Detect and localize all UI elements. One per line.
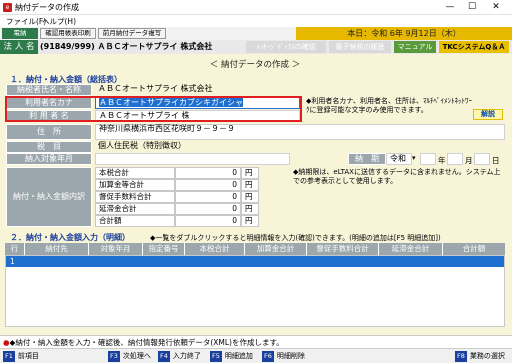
address-input[interactable]: 神奈川県横浜市西区花咲町９－９－９ <box>95 124 505 140</box>
breakdown-item-value: 0 <box>175 203 241 215</box>
col-addition-total: 加算金合計 <box>245 243 307 255</box>
print-check-button[interactable]: 確認用帳表印刷 <box>40 28 96 39</box>
payer-label: 納税者氏名・名称 <box>6 84 92 96</box>
breakdown-label: 納付・納入金額内訳 <box>6 167 92 227</box>
breakdown-item-unit: 円 <box>241 191 259 203</box>
tax-item-label: 税 目 <box>6 141 92 153</box>
corporation-label: 法 人 名 <box>0 40 38 54</box>
era-select[interactable]: 令和 <box>386 153 412 165</box>
f6-key: F6 <box>262 351 274 362</box>
f5-label: 明細追加 <box>224 352 253 360</box>
tax-item-value: 個人住民税（特別徴収） <box>98 141 186 150</box>
col-delay-total: 延滞金合計 <box>379 243 443 255</box>
breakdown-item-value: 0 <box>175 179 241 191</box>
breakdown-item-label: 延滞金合計 <box>95 203 175 215</box>
breakdown-item-value: 0 <box>175 167 241 179</box>
breakdown-item-unit: 円 <box>241 179 259 191</box>
col-tax-total: 本税合計 <box>185 243 245 255</box>
address-label: 住 所 <box>6 124 92 140</box>
chevron-down-icon[interactable]: ▾ <box>412 154 416 162</box>
f1-label: 前項目 <box>17 352 39 360</box>
payment-history-button[interactable]: 電子納税の履歴 <box>329 41 391 53</box>
deadline-year-input[interactable] <box>420 153 436 165</box>
f4-button[interactable]: F4 入力終了 <box>158 351 201 362</box>
year-unit: 年 <box>438 156 446 165</box>
f8-key: F8 <box>455 351 467 362</box>
page-subtitle: ＜ 納付データの作成 ＞ <box>209 60 301 70</box>
copy-prev-month-button[interactable]: 前月納付データ複写 <box>98 28 166 39</box>
app-icon: e <box>3 3 12 12</box>
period-input[interactable] <box>95 153 290 165</box>
table-row[interactable]: 1 <box>6 256 504 267</box>
f3-key: F3 <box>108 351 120 362</box>
breakdown-item-unit: 円 <box>241 167 259 179</box>
tab-denno[interactable]: 電納 <box>2 28 38 39</box>
menu-bar: ファイル(F) ヘルプ(H) <box>0 15 512 27</box>
f1-button[interactable]: F1 前項目 <box>3 351 39 362</box>
window-title: 納付データの作成 <box>15 3 79 12</box>
tkc-qa-button[interactable]: TKCシステムQ＆Ａ <box>439 41 509 53</box>
col-grand-total: 合計額 <box>462 244 486 253</box>
function-key-bar: F1 前項目 F3 次処理へ F4 入力終了 F5 明細追加 F6 明細削除 F8 業務の選… <box>0 348 512 363</box>
day-unit: 日 <box>492 156 500 165</box>
charset-note: ◆利用者名カナ、利用者名、住所は、ﾏﾙﾁﾍﾟｲﾒﾝﾄﾈｯﾄﾜｰｸに登録可能な文字… <box>306 97 473 114</box>
detail-table-header: 行 納付先 対象年月 指定番号 本税合計 加算金合計 督促手数料合計 延滞金合計… <box>5 243 505 255</box>
month-unit: 月 <box>465 156 473 165</box>
maximize-button[interactable]: ☐ <box>462 0 482 14</box>
f6-label: 明細削除 <box>276 352 305 360</box>
col-fee-total: 督促手数料合計 <box>307 243 379 255</box>
message-box-button[interactable]: ﾒｯｾｰｼﾞﾎﾞｯｸｽの確認 <box>246 41 326 53</box>
breakdown-item-label: 加算金等合計 <box>95 179 175 191</box>
f3-button[interactable]: F3 次処理へ <box>108 351 151 362</box>
f4-key: F4 <box>158 351 170 362</box>
breakdown-item-value: 0 <box>175 215 241 227</box>
col-row: 行 <box>5 243 25 255</box>
f3-label: 次処理へ <box>122 352 151 360</box>
deadline-month-input[interactable] <box>447 153 463 165</box>
status-text: ◆納付・納入金額を入力・確認後、納付情報発行依頼データ(XML)を作成します。 <box>9 338 284 347</box>
breakdown-item-label: 本税合計 <box>95 167 175 179</box>
minimize-button[interactable]: — <box>440 0 460 14</box>
breakdown-item-value: 0 <box>175 191 241 203</box>
manual-button[interactable]: マニュアル <box>394 41 436 53</box>
deadline-note: ◆納期限は、eLTAXに送信するデータに含まれません。システム上での参考表示とし… <box>293 168 501 185</box>
deadline-day-input[interactable] <box>474 153 490 165</box>
f4-label: 入力終了 <box>172 352 201 360</box>
col-payee: 納付先 <box>25 243 89 255</box>
f6-button[interactable]: F6 明細削除 <box>262 351 305 362</box>
menu-help[interactable]: ヘルプ(H) <box>42 16 76 27</box>
section2-title: ２．納付・納入金額入力（明細） <box>10 233 130 242</box>
today-date: 本日：令和 6年 9月12日（木） <box>296 27 512 40</box>
f5-key: F5 <box>210 351 222 362</box>
f5-button[interactable]: F5 明細追加 <box>210 351 253 362</box>
col-number: 指定番号 <box>143 243 185 255</box>
window-title-bar: e 納付データの作成 — ☐ ✕ <box>0 0 512 15</box>
row-number: 1 <box>10 257 15 266</box>
f1-key: F1 <box>3 351 15 362</box>
col-period: 対象年月 <box>89 243 143 255</box>
detail-hint: ◆一覧をダブルクリックすると明細情報を入力(確認)できます。(明細の追加は[F5… <box>150 234 441 242</box>
company-name: (91849/999) ＡＢＣオートサプライ 株式会社 <box>40 42 213 51</box>
breakdown-item-unit: 円 <box>241 203 259 215</box>
breakdown-item-label: 督促手数料合計 <box>95 191 175 203</box>
explain-button[interactable]: 解説 <box>473 109 503 120</box>
period-label: 納入対象年月 <box>6 153 92 165</box>
breakdown-item-label: 合計額 <box>95 215 175 227</box>
breakdown-item-unit: 円 <box>241 215 259 227</box>
f8-label: 業務の選択 <box>469 352 505 360</box>
highlight-box <box>5 96 302 122</box>
close-button[interactable]: ✕ <box>486 0 506 14</box>
menu-file[interactable]: ファイル(F) <box>6 16 46 27</box>
payer-value: ＡＢＣオートサプライ 株式会社 <box>98 84 213 93</box>
deadline-label: 納 期 限 <box>348 153 387 173</box>
f8-button[interactable]: F8 業務の選択 <box>455 351 505 362</box>
status-bar: ●◆納付・納入金額を入力・確認後、納付情報発行依頼データ(XML)を作成します。 <box>0 335 512 348</box>
era-value: 令和 <box>390 154 406 163</box>
